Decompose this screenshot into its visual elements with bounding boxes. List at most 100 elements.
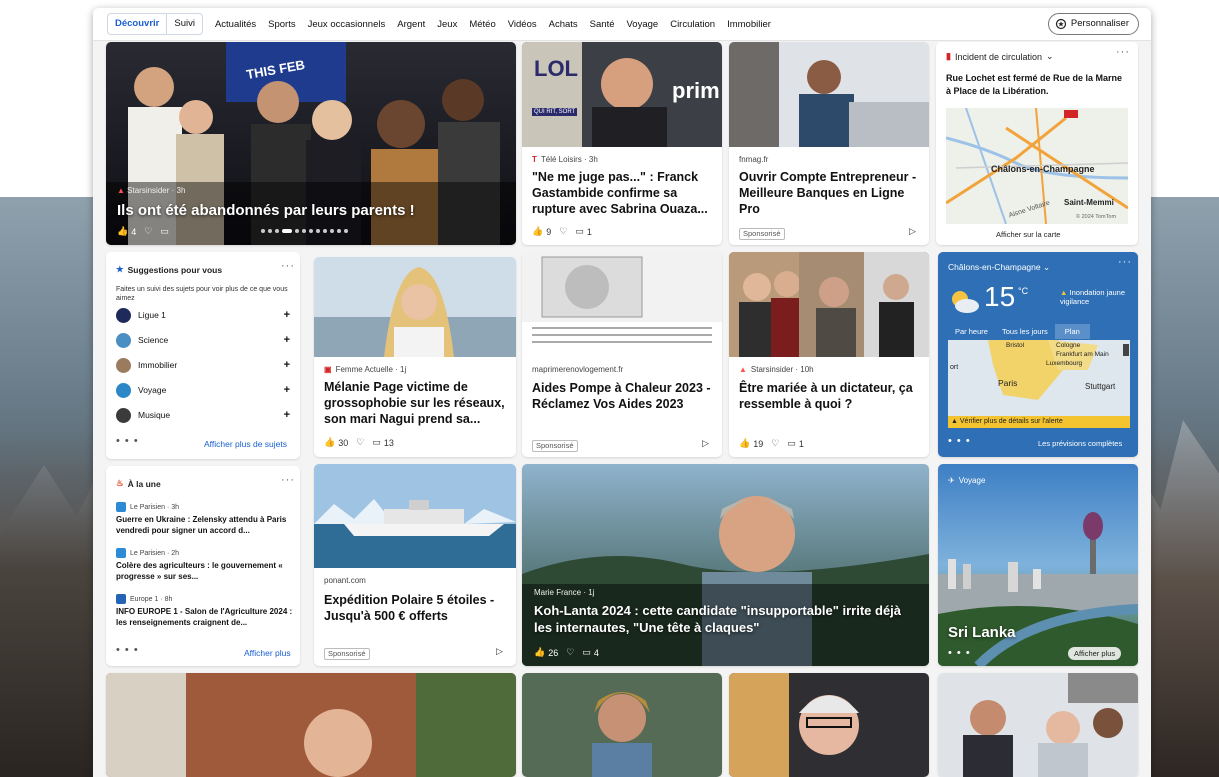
article-card-kohlanta[interactable]: Marie France · 1j Koh-Lanta 2024 : cette… [522, 464, 929, 666]
sponsored-badge: Sponsorisé [324, 648, 370, 660]
weather-city[interactable]: Châlons-en-Champagne ⌄ [948, 262, 1050, 273]
like-button[interactable]: 👍 30 [324, 437, 348, 448]
carousel-dots[interactable] [261, 229, 348, 233]
nav-voyage[interactable]: Voyage [621, 19, 665, 30]
flame-icon: ♨ [116, 478, 124, 488]
topic-item-musique[interactable]: Musique + [116, 404, 290, 426]
dislike-icon[interactable]: ♡ [144, 226, 152, 237]
article-card-bottom-4[interactable] [938, 673, 1138, 777]
top-navigation: Découvrir Suivi Actualités Sports Jeux o… [93, 8, 1151, 41]
comment-count: 4 [593, 647, 599, 658]
comment-button[interactable]: ▭ 1 [787, 438, 804, 449]
topic-item-voyage[interactable]: Voyage + [116, 379, 290, 401]
top-story-item[interactable]: Europe 1 · 8h INFO EUROPE 1 - Salon de l… [116, 594, 296, 628]
like-button[interactable]: 👍 19 [739, 438, 763, 449]
map-label: Luxembourg [1046, 360, 1083, 367]
show-more-topics-link[interactable]: Afficher plus de sujets [204, 439, 287, 449]
dislike-icon[interactable]: ♡ [771, 438, 779, 449]
news-feed-window: Découvrir Suivi Actualités Sports Jeux o… [93, 8, 1151, 777]
weather-widget[interactable]: Châlons-en-Champagne ⌄ ··· 15 °C ▲ Inond… [938, 252, 1138, 457]
map-copyright: © 2024 TomTom [1076, 214, 1117, 220]
nav-videos[interactable]: Vidéos [502, 19, 543, 30]
comment-icon[interactable]: ▭ [160, 226, 169, 237]
topic-item-ligue1[interactable]: Ligue 1 + [116, 304, 290, 326]
sponsored-card-ponant[interactable]: ponant.com Expédition Polaire 5 étoiles … [314, 464, 516, 666]
weather-alert[interactable]: ▲ Inondation jaune vigilance [1060, 288, 1130, 306]
dislike-icon[interactable]: ♡ [356, 437, 364, 448]
sponsored-card-compte[interactable]: fnmag.fr Ouvrir Compte Entrepreneur - Me… [729, 42, 929, 245]
show-more-link[interactable]: Afficher plus [244, 648, 291, 658]
full-forecast-link[interactable]: Les prévisions complètes [1038, 439, 1122, 448]
nav-actualites[interactable]: Actualités [209, 19, 262, 30]
tab-plan[interactable]: Plan [1054, 324, 1090, 339]
suggestions-sub: Faites un suivi des sujets pour voir plu… [116, 286, 288, 302]
more-options-icon[interactable]: ··· [281, 260, 295, 272]
star-icon: ★ [116, 264, 124, 274]
hero-like[interactable]: 👍 4 [117, 226, 136, 237]
top-story-item[interactable]: Le Parisien · 3h Guerre en Ukraine : Zel… [116, 502, 296, 536]
sponsored-badge: Sponsorisé [739, 228, 785, 240]
traffic-incident-card[interactable]: ▮ Incident de circulation ⌄ ··· Rue Loch… [936, 42, 1138, 245]
comment-button[interactable]: ▭ 1 [575, 226, 592, 237]
more-options-icon[interactable]: ··· [1116, 46, 1130, 58]
tab-suivi[interactable]: Suivi [167, 14, 202, 34]
nav-meteo[interactable]: Météo [463, 19, 501, 30]
voyage-label-text: Voyage [958, 476, 986, 485]
article-card-bottom-1[interactable] [106, 673, 516, 777]
nav-sante[interactable]: Santé [584, 19, 621, 30]
tab-par-heure[interactable]: Par heure [948, 324, 995, 339]
nav-immobilier[interactable]: Immobilier [721, 19, 777, 30]
weather-warning-bar[interactable]: ▲ Vérifier plus de détails sur l'alerte [948, 416, 1130, 428]
add-topic-icon[interactable]: + [284, 309, 290, 321]
top-story-item[interactable]: Le Parisien · 2h Colère des agriculteurs… [116, 548, 296, 582]
sponsored-card-pompe[interactable]: maprimerenovlogement.fr Aides Pompe à Ch… [522, 252, 722, 457]
article-card-bottom-3[interactable] [729, 673, 929, 777]
add-topic-icon[interactable]: + [284, 334, 290, 346]
feed-segment: Découvrir Suivi [107, 13, 203, 35]
comment-button[interactable]: ▭ 4 [582, 647, 599, 658]
add-topic-icon[interactable]: + [284, 359, 290, 371]
chevron-down-icon[interactable]: ⌄ [1046, 51, 1054, 62]
dislike-icon[interactable]: ♡ [559, 226, 567, 237]
comment-button[interactable]: ▭ 13 [372, 437, 394, 448]
add-topic-icon[interactable]: + [284, 384, 290, 396]
hero-card[interactable]: THIS FEB ▲ Starsinsider · 3h Ils ont été… [106, 42, 516, 245]
travel-card-srilanka[interactable]: ✈ Voyage Sri Lanka • • • Afficher plus [938, 464, 1138, 666]
nav-jeux-occasionnels[interactable]: Jeux occasionnels [302, 19, 392, 30]
article-source-text: ponant.com [324, 576, 366, 585]
nav-jeux[interactable]: Jeux [431, 19, 463, 30]
nav-achats[interactable]: Achats [543, 19, 584, 30]
like-button[interactable]: 👍 9 [532, 226, 551, 237]
play-icon[interactable]: ▷ [496, 646, 503, 657]
more-options-icon[interactable]: ··· [1118, 256, 1132, 268]
tab-tous-les-jours[interactable]: Tous les jours [995, 324, 1055, 339]
nav-circulation[interactable]: Circulation [664, 19, 721, 30]
play-icon[interactable]: ▷ [702, 438, 709, 449]
article-title: Expédition Polaire 5 étoiles - Jusqu'à 5… [324, 593, 495, 623]
show-on-map-link[interactable]: Afficher sur la carte [996, 230, 1060, 239]
topic-item-immobilier[interactable]: Immobilier + [116, 354, 290, 376]
article-source-text: maprimerenovlogement.fr [532, 365, 624, 374]
article-card-dictateur[interactable]: ▲ Starsinsider · 10h Être mariée à un di… [729, 252, 929, 457]
pagination-dots: • • • [948, 435, 971, 447]
show-more-button[interactable]: Afficher plus [1068, 647, 1122, 660]
personalize-button[interactable]: Personnaliser [1047, 13, 1139, 35]
article-card-franck[interactable]: prim LOL QUI RIT, SORT T Télé Loisirs · … [522, 42, 722, 245]
article-reactions: 👍 30 ♡ ▭ 13 [324, 437, 394, 448]
nav-argent[interactable]: Argent [391, 19, 431, 30]
hero-source: ▲ Starsinsider · 3h [117, 186, 185, 195]
add-topic-icon[interactable]: + [284, 409, 290, 421]
like-count: 26 [548, 647, 559, 658]
story-title: INFO EUROPE 1 - Salon de l'Agriculture 2… [116, 607, 293, 627]
more-options-icon[interactable]: ··· [281, 474, 295, 486]
article-card-melanie[interactable]: ▣ Femme Actuelle · 1j Mélanie Page victi… [314, 257, 516, 457]
musique-icon [116, 407, 131, 423]
article-image-ponant [314, 464, 516, 568]
dislike-icon[interactable]: ♡ [566, 647, 574, 658]
play-icon[interactable]: ▷ [909, 226, 916, 237]
article-card-bottom-2[interactable] [522, 673, 722, 777]
tab-decouvrir[interactable]: Découvrir [108, 14, 168, 34]
topic-item-science[interactable]: Science + [116, 329, 290, 351]
like-button[interactable]: 👍 26 [534, 647, 558, 658]
nav-sports[interactable]: Sports [262, 19, 301, 30]
